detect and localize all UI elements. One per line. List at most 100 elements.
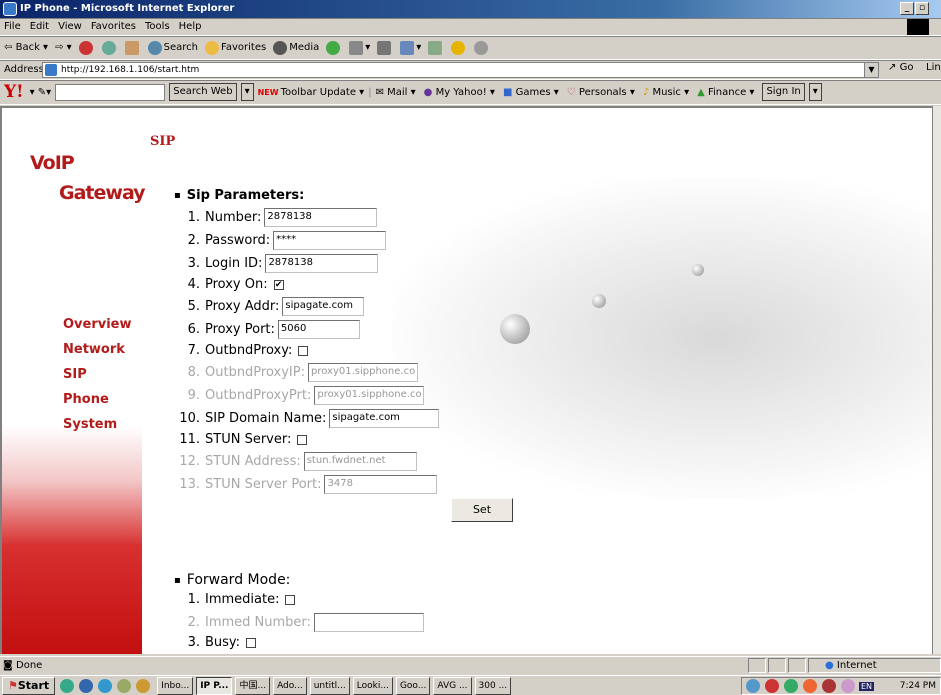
task-avg[interactable]: AVG ... bbox=[433, 676, 472, 695]
busy-checkbox[interactable] bbox=[246, 637, 257, 648]
task-300[interactable]: 300 ... bbox=[474, 676, 512, 695]
history-icon bbox=[326, 40, 341, 55]
media-button[interactable]: Media bbox=[273, 40, 319, 55]
home-icon bbox=[124, 40, 139, 55]
tray-icon[interactable] bbox=[784, 679, 798, 693]
sign-in-button[interactable]: Sign In bbox=[762, 83, 805, 101]
clock: 7:24 PM bbox=[899, 681, 936, 691]
personals-item[interactable]: ♡ Personals ▾ bbox=[567, 87, 635, 98]
proxy-addr-input[interactable]: sipagate.com bbox=[282, 297, 365, 316]
address-input[interactable]: http://192.168.1.106/start.htm ▼ bbox=[42, 62, 879, 78]
stun-address-input[interactable]: stun.fwdnet.net bbox=[303, 452, 417, 471]
immediate-checkbox[interactable] bbox=[285, 594, 296, 605]
home-button[interactable] bbox=[124, 40, 141, 55]
task-looking[interactable]: Looki... bbox=[352, 676, 393, 695]
nav-sip[interactable]: SIP bbox=[63, 367, 87, 382]
status-cell bbox=[768, 658, 786, 673]
set-button[interactable]: Set bbox=[451, 498, 513, 522]
discuss-icon bbox=[428, 40, 443, 55]
outbnd-proxy-ip-input[interactable]: proxy01.sipphone.co bbox=[307, 363, 418, 382]
outbnd-proxy-port-input[interactable]: proxy01.sipphone.co bbox=[314, 386, 425, 405]
proxy-on-checkbox[interactable]: ✔ bbox=[273, 279, 284, 290]
language-indicator[interactable]: EN bbox=[859, 681, 875, 691]
edit-button[interactable]: ▾ bbox=[400, 40, 421, 55]
games-item[interactable]: ■ Games ▾ bbox=[503, 87, 559, 98]
music-item[interactable]: ♪ Music ▾ bbox=[643, 87, 689, 98]
menu-help[interactable]: Help bbox=[179, 21, 202, 32]
tray-icon[interactable] bbox=[803, 679, 817, 693]
refresh-button[interactable] bbox=[101, 40, 118, 55]
tray-icon[interactable] bbox=[765, 679, 779, 693]
forward-row-immed-number: 2. Immed Number: bbox=[166, 613, 424, 632]
task-chinese[interactable]: 中国... bbox=[235, 676, 271, 695]
yahoo-search-input[interactable] bbox=[55, 83, 166, 101]
sip-domain-input[interactable]: sipagate.com bbox=[329, 409, 440, 428]
sign-in-dropdown[interactable]: ▾ bbox=[808, 83, 822, 101]
discuss-button[interactable] bbox=[428, 40, 444, 55]
mail-button[interactable]: ▾ bbox=[349, 40, 370, 55]
yahoo-dropdown-icon[interactable]: ▾ ✎▾ bbox=[30, 87, 52, 98]
yahoo-search-button[interactable]: Search Web bbox=[169, 83, 237, 101]
nav-phone[interactable]: Phone bbox=[63, 392, 109, 407]
maximize-button[interactable]: ▫ bbox=[915, 2, 929, 15]
stop-button[interactable] bbox=[78, 40, 95, 55]
yahoo-search-dropdown[interactable]: ▾ bbox=[240, 83, 254, 101]
menu-favorites[interactable]: Favorites bbox=[91, 21, 136, 32]
back-button[interactable]: ⇦ Back ▾ bbox=[4, 42, 48, 53]
forward-button[interactable]: ⇨ ▾ bbox=[55, 42, 72, 53]
menu-edit[interactable]: Edit bbox=[30, 21, 49, 32]
task-ip-phone[interactable]: IP P... bbox=[196, 676, 233, 695]
task-google[interactable]: Goo... bbox=[395, 676, 431, 695]
internet-globe-icon: ● bbox=[825, 660, 834, 671]
address-bar: Address http://192.168.1.106/start.htm ▼… bbox=[0, 60, 941, 80]
minimize-button[interactable]: _ bbox=[900, 2, 914, 15]
my-yahoo-item[interactable]: ● My Yahoo! ▾ bbox=[424, 87, 495, 98]
menu-file[interactable]: File bbox=[4, 21, 21, 32]
menu-tools[interactable]: Tools bbox=[145, 21, 170, 32]
back-arrow-icon: ⇦ bbox=[4, 42, 13, 53]
quicklaunch-icon[interactable] bbox=[117, 678, 132, 693]
quicklaunch-icon[interactable] bbox=[136, 678, 151, 693]
go-button[interactable]: ↗ Go bbox=[888, 62, 913, 73]
start-button[interactable]: ⚑Start bbox=[2, 676, 56, 695]
toolbar-update-item[interactable]: NEW Toolbar Update ▾ bbox=[258, 87, 365, 98]
status-bar: ◙ Done ● Internet bbox=[0, 656, 941, 674]
address-dropdown-icon[interactable]: ▼ bbox=[864, 63, 878, 77]
task-adobe[interactable]: Ado... bbox=[273, 676, 307, 695]
history-button[interactable] bbox=[326, 40, 342, 55]
quicklaunch-icon[interactable] bbox=[79, 678, 94, 693]
search-icon bbox=[147, 40, 162, 55]
immed-number-input[interactable] bbox=[313, 613, 424, 632]
menu-view[interactable]: View bbox=[58, 21, 82, 32]
sip-row-stun-address: 12. STUN Address: stun.fwdnet.net bbox=[166, 452, 417, 471]
nav-overview[interactable]: Overview bbox=[63, 317, 132, 332]
links-button[interactable]: Link bbox=[926, 62, 941, 73]
password-input[interactable]: **** bbox=[273, 231, 387, 250]
ie-quicklaunch-icon[interactable] bbox=[98, 678, 113, 693]
stun-port-input[interactable]: 3478 bbox=[324, 475, 438, 494]
proxy-port-input[interactable]: 5060 bbox=[277, 320, 360, 339]
nav-system[interactable]: System bbox=[63, 417, 117, 432]
research-button[interactable] bbox=[474, 40, 490, 55]
quicklaunch-icon[interactable] bbox=[60, 678, 75, 693]
tray-icon[interactable] bbox=[746, 679, 760, 693]
outbnd-proxy-checkbox[interactable] bbox=[298, 345, 309, 356]
tray-icon[interactable] bbox=[822, 679, 836, 693]
favorites-button[interactable]: Favorites bbox=[205, 40, 266, 55]
nav-network[interactable]: Network bbox=[63, 342, 125, 357]
finance-item[interactable]: ▲ Finance ▾ bbox=[697, 87, 754, 98]
number-input[interactable]: 2878138 bbox=[264, 208, 378, 227]
messenger-button[interactable] bbox=[451, 40, 467, 55]
stop-icon bbox=[78, 40, 93, 55]
search-button[interactable]: Search bbox=[147, 40, 198, 55]
personals-icon: ♡ bbox=[566, 86, 576, 98]
tray-icon[interactable] bbox=[841, 679, 855, 693]
task-untitled[interactable]: untitl... bbox=[309, 676, 350, 695]
login-id-input[interactable]: 2878138 bbox=[265, 254, 379, 273]
task-inbox[interactable]: Inbo... bbox=[157, 676, 194, 695]
yahoo-mail-item[interactable]: ✉ Mail ▾ bbox=[376, 87, 416, 98]
print-button[interactable] bbox=[377, 40, 393, 55]
yahoo-logo[interactable]: Y! bbox=[4, 82, 24, 102]
vertical-scrollbar[interactable] bbox=[932, 106, 941, 654]
stun-server-checkbox[interactable] bbox=[297, 434, 308, 445]
